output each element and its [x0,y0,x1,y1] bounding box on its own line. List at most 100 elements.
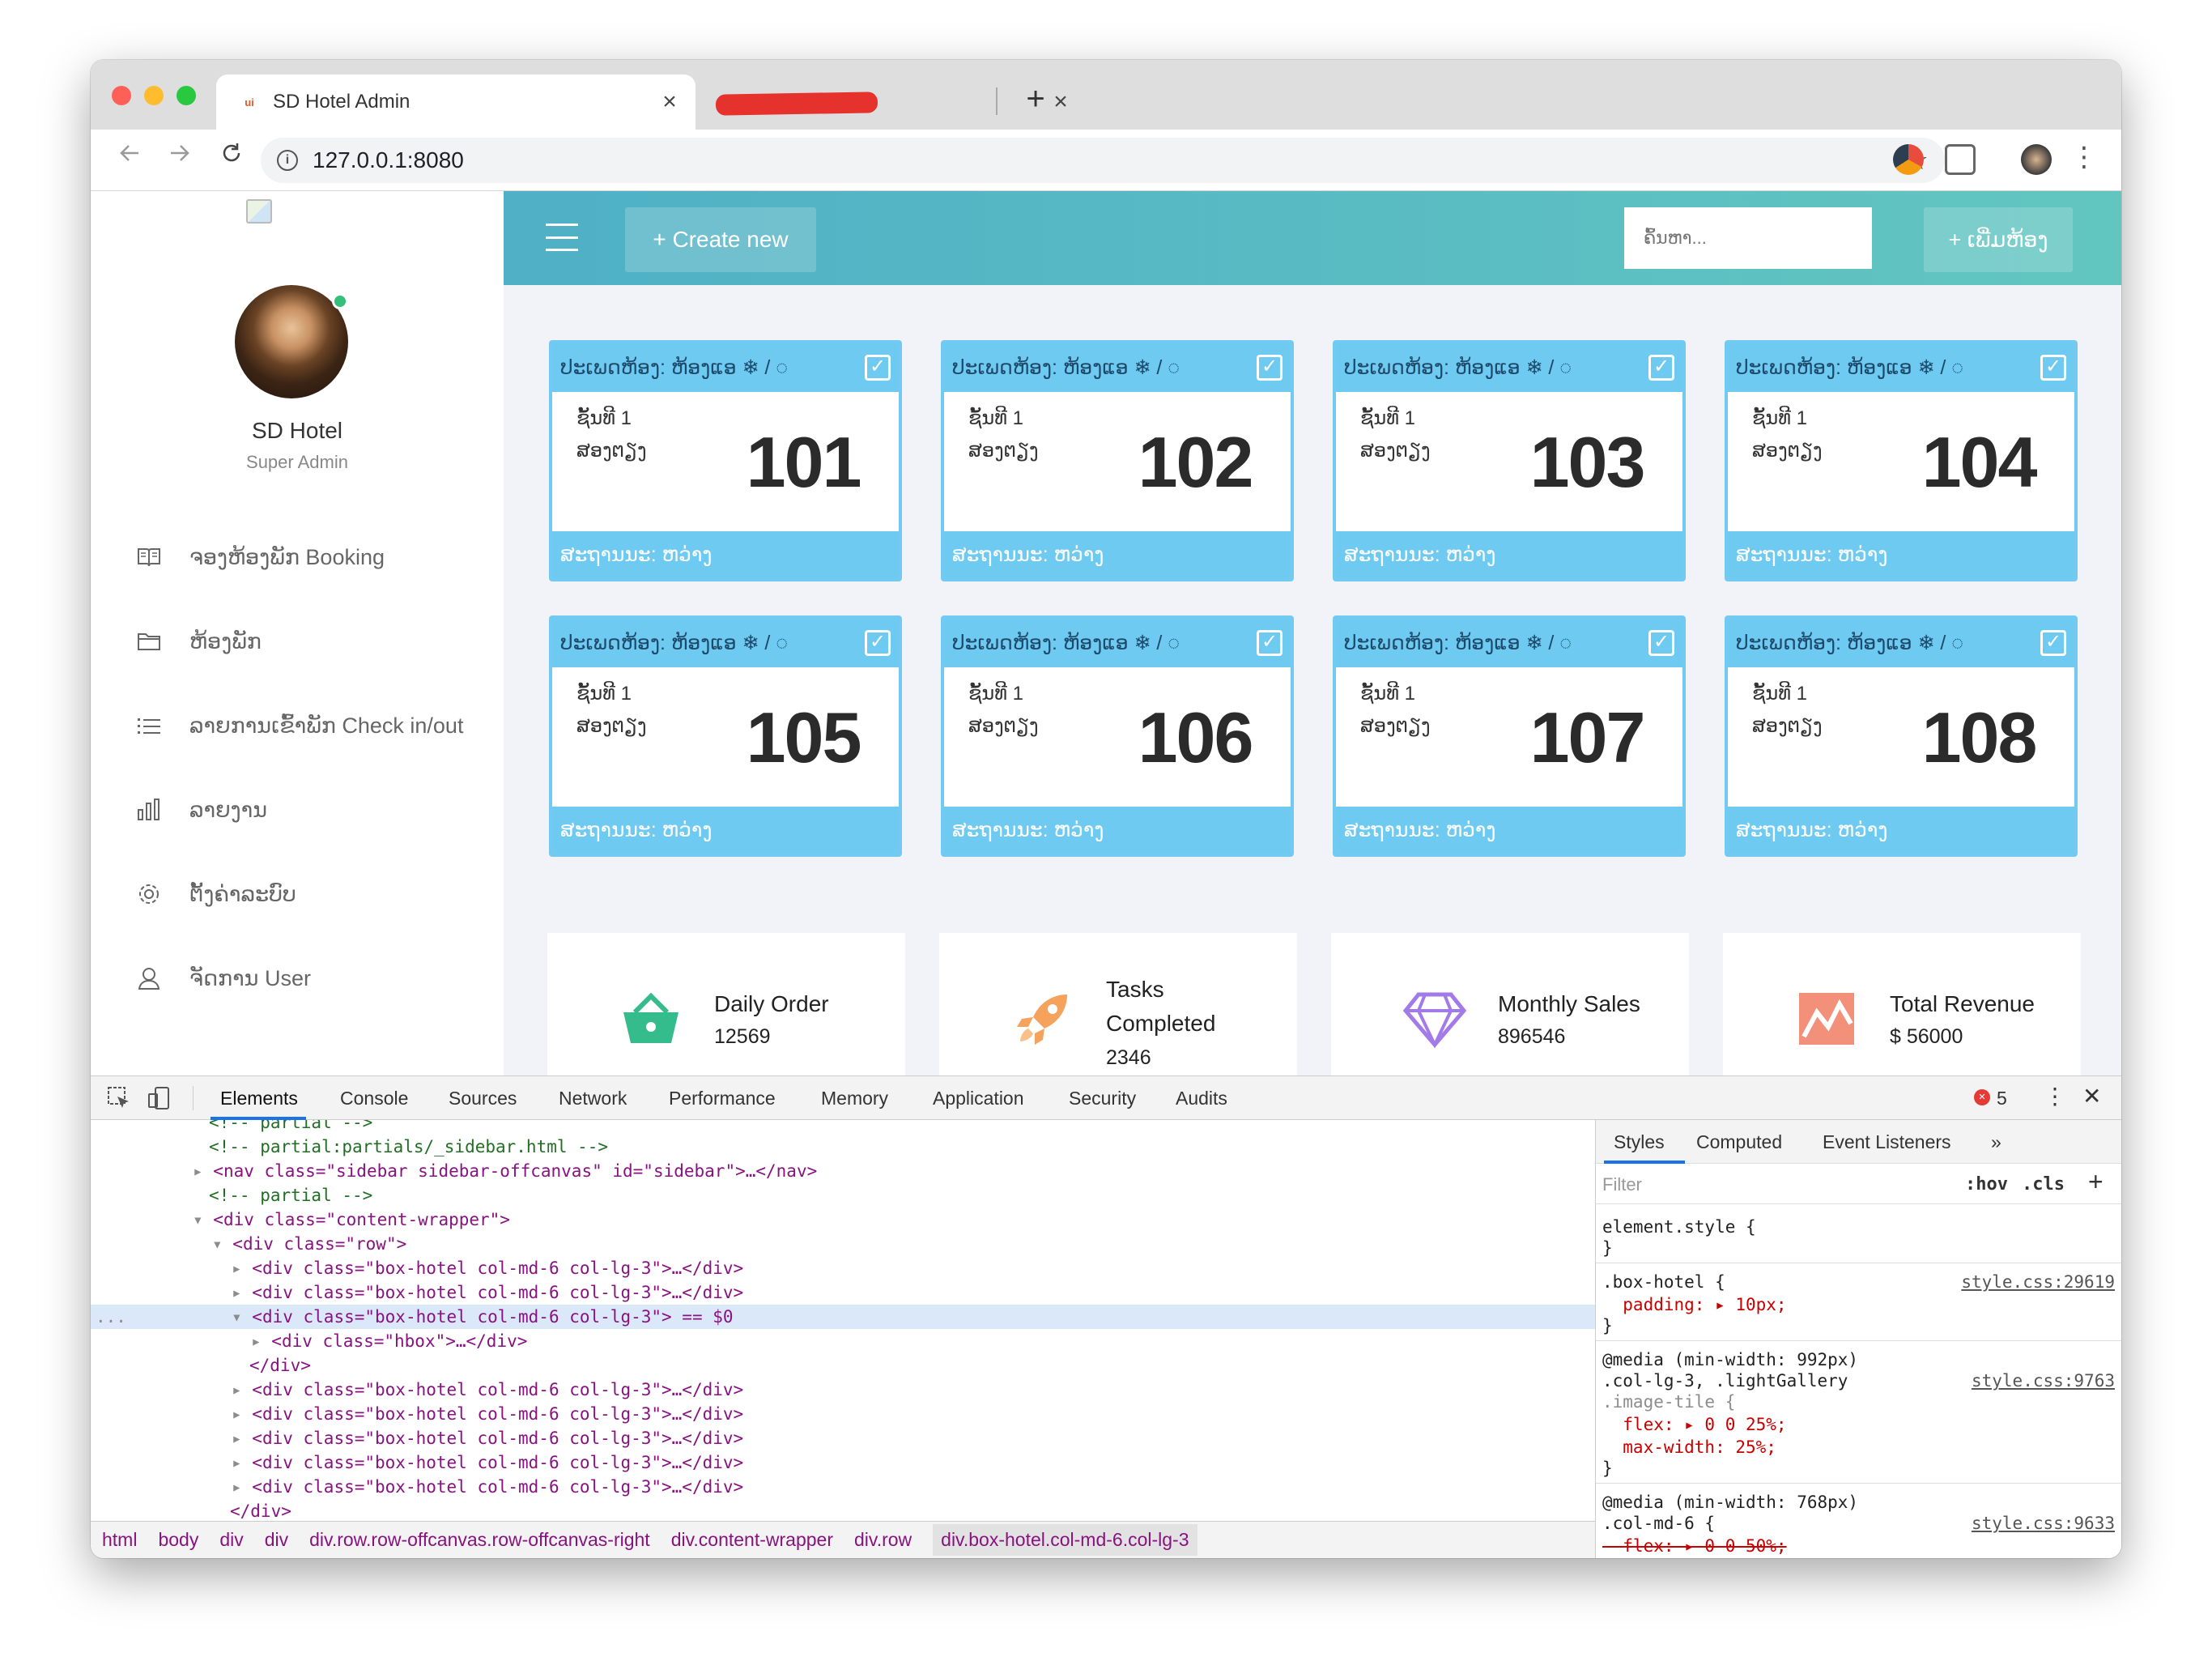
filter-input[interactable]: Filter [1602,1174,1642,1195]
checkbox-icon[interactable]: ✓ [1648,355,1674,381]
breadcrumb-item[interactable]: div [219,1529,243,1551]
line-extension-icon[interactable] [1945,144,1976,175]
forward-arrow-icon[interactable] [162,141,198,172]
room-card-104[interactable]: ປະເພດຫ້ອງ: ຫ້ອງແອ ❄ / ◌ ✓ ຊັ້ນທີ 1 ສອງຕຽ… [1725,340,2078,581]
close-devtools-icon[interactable]: ✕ [2082,1083,2101,1109]
checkbox-icon[interactable]: ✓ [1257,355,1283,381]
style-line[interactable]: flex: ▸ 0 0 50%; [1602,1535,2115,1557]
breadcrumb-item[interactable]: html [102,1529,137,1551]
style-source-link[interactable]: style.css:9633 [1972,1512,2115,1535]
cls-toggle[interactable]: .cls [2022,1174,2065,1195]
sidebar-item-reports[interactable]: ລາຍງານ [133,786,267,834]
code-line[interactable]: ▸ <nav class="sidebar sidebar-offcanvas"… [91,1159,1595,1183]
code-line[interactable]: ▸ <div class="hbox">…</div> [91,1329,1595,1353]
style-line[interactable]: .image-tile { [1602,1391,2115,1413]
style-source-link[interactable]: style.css:29619 [1961,1271,2115,1293]
breadcrumb-item[interactable]: div [265,1529,288,1551]
tab-security[interactable]: Security [1069,1088,1136,1109]
tab-memory[interactable]: Memory [821,1088,888,1109]
style-line[interactable]: element.style { [1602,1216,2115,1238]
style-line[interactable]: padding: ▸ 10px; [1602,1293,2115,1316]
tab-audits[interactable]: Audits [1176,1088,1227,1109]
add-room-button[interactable]: + ເພີ່ມຫ້ອງ [1924,207,2073,272]
sidebar-item-settings[interactable]: ຕັ້ງຄ່າລະບົບ [133,870,296,918]
style-line[interactable]: .box-hotel {style.css:29619 [1602,1271,2115,1293]
checkbox-icon[interactable]: ✓ [865,355,891,381]
site-info-icon[interactable]: i [277,150,298,171]
style-line[interactable]: .col-md-6 {style.css:9633 [1602,1512,2115,1535]
tab-console[interactable]: Console [340,1088,408,1109]
room-card-101[interactable]: ປະເພດຫ້ອງ: ຫ້ອງແອ ❄ / ◌ ✓ ຊັ້ນທີ 1 ສອງຕຽ… [549,340,902,581]
sidebar-item-rooms[interactable]: ຫ້ອງພັກ [133,617,262,666]
code-line[interactable]: <!-- partial --> [91,1183,1595,1207]
error-count[interactable]: 5 [1997,1088,2007,1109]
breadcrumb-item[interactable]: div.row [854,1529,912,1551]
code-line[interactable]: ▸ <div class="box-hotel col-md-6 col-lg-… [91,1450,1595,1475]
close-window-button[interactable] [112,86,131,105]
more-tabs-icon[interactable]: » [1991,1131,2001,1153]
back-arrow-icon[interactable] [112,141,147,172]
tab-application[interactable]: Application [933,1088,1024,1109]
tab-styles[interactable]: Styles [1614,1131,1665,1153]
style-line[interactable]: .col-lg-3, .lightGallery style.css:9763 [1602,1369,2115,1392]
code-line[interactable]: <!-- partial:partials/_sidebar.html --> [91,1135,1595,1159]
inspect-element-icon[interactable] [107,1086,131,1114]
checkbox-icon[interactable]: ✓ [1257,630,1283,656]
code-line[interactable]: <!-- partial --> [91,1120,1595,1135]
room-card-108[interactable]: ປະເພດຫ້ອງ: ຫ້ອງແອ ❄ / ◌ ✓ ຊັ້ນທີ 1 ສອງຕຽ… [1725,615,2078,857]
hamburger-menu-icon[interactable] [546,224,578,251]
code-line[interactable]: ▸ <div class="box-hotel col-md-6 col-lg-… [91,1402,1595,1426]
browser-menu-icon[interactable]: ⋮ [2066,141,2102,173]
room-card-106[interactable]: ປະເພດຫ້ອງ: ຫ້ອງແອ ❄ / ◌ ✓ ຊັ້ນທີ 1 ສອງຕຽ… [941,615,1294,857]
reload-icon[interactable] [214,141,249,172]
code-line[interactable]: ▸ <div class="box-hotel col-md-6 col-lg-… [91,1475,1595,1499]
zoom-window-button[interactable] [177,86,196,105]
profile-avatar-icon[interactable] [2021,144,2052,175]
checkbox-icon[interactable]: ✓ [2040,355,2066,381]
breadcrumb-item[interactable]: div.content-wrapper [671,1529,833,1551]
checkbox-icon[interactable]: ✓ [1648,630,1674,656]
code-line[interactable]: ▸ <div class="box-hotel col-md-6 col-lg-… [91,1280,1595,1305]
url-bar[interactable]: i 127.0.0.1:8080 ☆ [261,138,1945,183]
code-line[interactable]: ▾ <div class="content-wrapper"> [91,1207,1595,1232]
create-new-button[interactable]: + Create new [625,207,816,272]
sidebar-item-users[interactable]: ຈັດການ User [133,954,311,1003]
checkbox-icon[interactable]: ✓ [2040,630,2066,656]
minimize-window-button[interactable] [144,86,164,105]
code-line[interactable]: </div> [91,1353,1595,1378]
code-line[interactable]: ▸ <div class="box-hotel col-md-6 col-lg-… [91,1378,1595,1402]
code-line[interactable]: ▸ <div class="box-hotel col-md-6 col-lg-… [91,1256,1595,1280]
error-icon[interactable]: × [1974,1089,1990,1105]
sidebar-item-booking[interactable]: ຈອງຫ້ອງພັກ Booking [133,533,385,581]
devtools-menu-icon[interactable]: ⋮ [2044,1083,2066,1109]
breadcrumb-item[interactable]: body [158,1529,198,1551]
style-line[interactable]: flex: ▸ 0 0 25%; [1602,1413,2115,1436]
tab-sources[interactable]: Sources [449,1088,517,1109]
code-line[interactable]: ▾ <div class="row"> [91,1232,1595,1256]
tab-elements[interactable]: Elements [220,1088,298,1109]
tab-event-listeners[interactable]: Event Listeners [1823,1131,1951,1153]
avatar[interactable] [235,285,348,398]
code-line[interactable]: </div> [91,1499,1595,1522]
hov-toggle[interactable]: :hov [1965,1174,2008,1195]
room-card-103[interactable]: ປະເພດຫ້ອງ: ຫ້ອງແອ ❄ / ◌ ✓ ຊັ້ນທີ 1 ສອງຕຽ… [1333,340,1686,581]
room-card-102[interactable]: ປະເພດຫ້ອງ: ຫ້ອງແອ ❄ / ◌ ✓ ຊັ້ນທີ 1 ສອງຕຽ… [941,340,1294,581]
new-tab-button[interactable]: + [1015,81,1056,117]
breadcrumb-item[interactable]: div.row.row-offcanvas.row-offcanvas-righ… [309,1529,650,1551]
new-style-rule-icon[interactable]: + [2088,1167,2104,1197]
room-card-105[interactable]: ປະເພດຫ້ອງ: ຫ້ອງແອ ❄ / ◌ ✓ ຊັ້ນທີ 1 ສອງຕຽ… [549,615,902,857]
device-toolbar-icon[interactable] [147,1086,172,1114]
tab-computed[interactable]: Computed [1696,1131,1782,1153]
tab-sd-hotel-admin[interactable]: ui SD Hotel Admin × [216,75,696,130]
tab-performance[interactable]: Performance [669,1088,776,1109]
code-line-selected[interactable]: ... ▾ <div class="box-hotel col-md-6 col-… [91,1305,1595,1329]
close-tab-icon[interactable]: × [653,88,686,116]
extension-icon[interactable] [1893,144,1924,175]
style-source-link[interactable]: style.css:9763 [1972,1369,2115,1392]
breadcrumb-item-selected[interactable]: div.box-hotel.col-md-6.col-lg-3 [933,1524,1197,1556]
style-line[interactable]: max-width: 25%; [1602,1436,2115,1459]
code-line[interactable]: ▸ <div class="box-hotel col-md-6 col-lg-… [91,1426,1595,1450]
tab-network[interactable]: Network [559,1088,627,1109]
checkbox-icon[interactable]: ✓ [865,630,891,656]
sidebar-item-checkin[interactable]: ລາຍການເຂົ້າພັກ Check in/out [133,701,463,750]
